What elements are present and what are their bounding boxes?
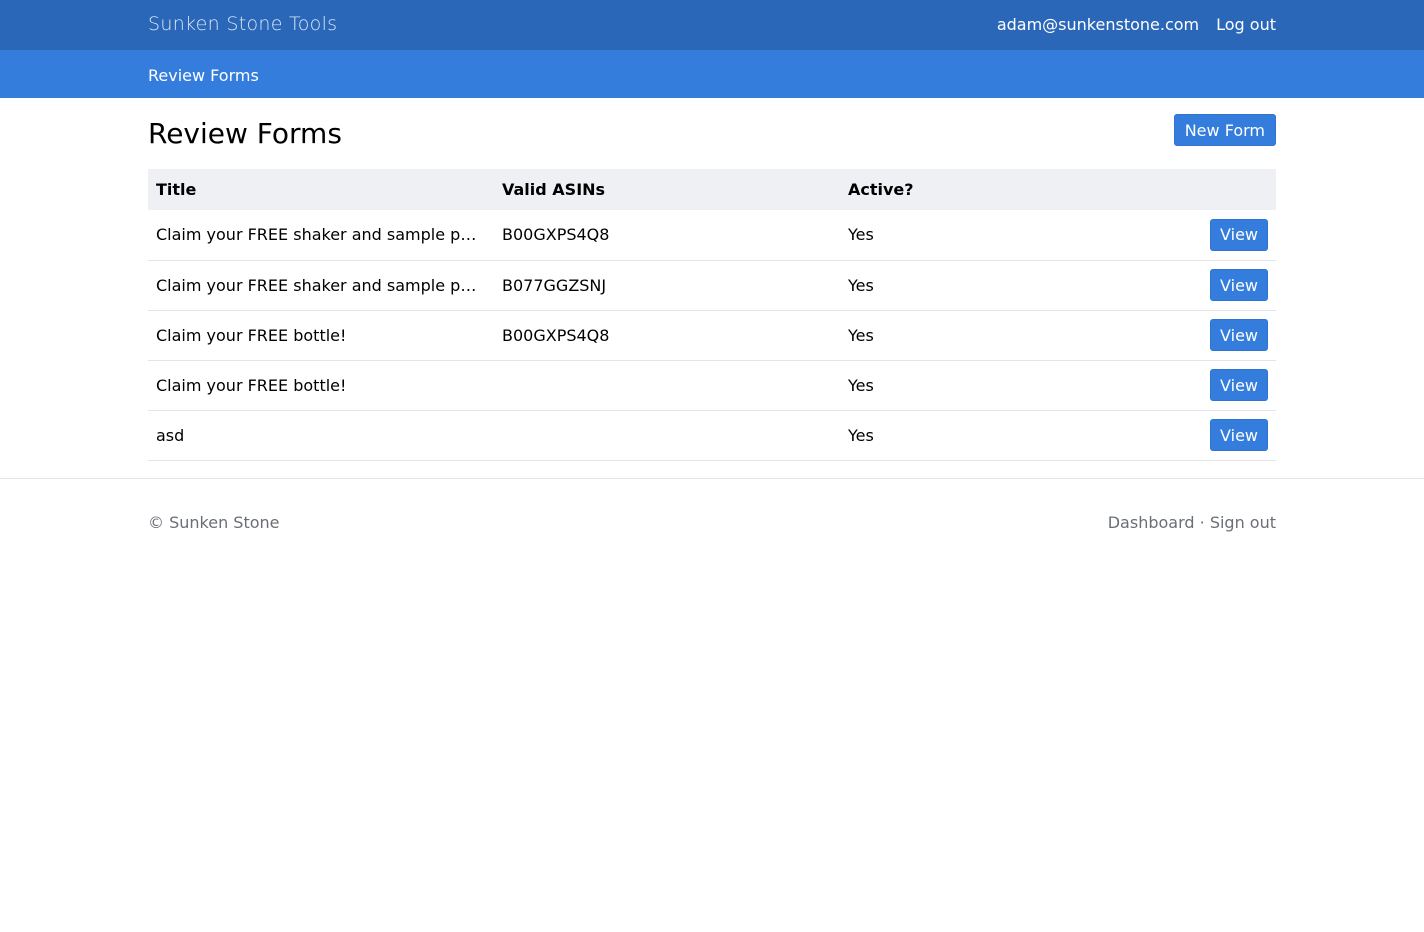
page-title: Review Forms xyxy=(148,117,342,150)
table-row: Claim your FREE bottle! Yes View xyxy=(148,360,1276,410)
cell-active: Yes xyxy=(848,225,874,245)
cell-actions: View xyxy=(1186,260,1276,310)
review-forms-table: Title Valid ASINs Active? Claim your FRE… xyxy=(148,169,1276,461)
cell-title: Claim your FREE shaker and sample pack! xyxy=(156,275,494,295)
footer-link-sign-out[interactable]: Sign out xyxy=(1210,513,1276,532)
footer-separator: · xyxy=(1194,512,1210,532)
footer-link-dashboard[interactable]: Dashboard xyxy=(1108,513,1195,532)
column-header-title: Title xyxy=(156,180,197,199)
sub-navbar: Review Forms xyxy=(0,50,1424,98)
new-form-button[interactable]: New Form xyxy=(1173,114,1276,146)
view-button[interactable]: View xyxy=(1210,319,1268,351)
page-footer: © Sunken Stone Dashboard · Sign out xyxy=(148,479,1276,539)
table-row: asd Yes View xyxy=(148,410,1276,460)
user-email-link[interactable]: adam@sunkenstone.com xyxy=(997,15,1199,34)
cell-actions: View xyxy=(1186,310,1276,360)
column-header-actions xyxy=(1186,169,1276,210)
page-header: Review Forms New Form xyxy=(148,98,1276,169)
top-navbar: Sunken Stone Tools adam@sunkenstone.com … xyxy=(0,0,1424,50)
main-content: Review Forms New Form Title Valid ASINs … xyxy=(148,98,1276,461)
user-nav: adam@sunkenstone.com Log out xyxy=(997,15,1276,34)
cell-active: Yes xyxy=(848,425,874,445)
cell-actions: View xyxy=(1186,210,1276,260)
cell-actions: View xyxy=(1186,410,1276,460)
cell-title: asd xyxy=(156,425,185,445)
cell-active: Yes xyxy=(848,375,874,395)
table-row: Claim your FREE shaker and sample pack! … xyxy=(148,210,1276,260)
cell-title: Claim your FREE bottle! xyxy=(156,375,347,395)
copyright-text: © Sunken Stone xyxy=(148,512,280,532)
cell-active: Yes xyxy=(848,275,874,295)
cell-asins: B00GXPS4Q8 xyxy=(502,325,610,345)
cell-asins: B00GXPS4Q8 xyxy=(502,225,610,245)
cell-asins: B077GGZSNJ xyxy=(502,275,607,295)
cell-title: Claim your FREE bottle! xyxy=(156,325,347,345)
cell-actions: View xyxy=(1186,360,1276,410)
column-header-active: Active? xyxy=(848,180,914,199)
brand-logo-text[interactable]: Sunken Stone Tools xyxy=(148,13,337,35)
column-header-valid-asins: Valid ASINs xyxy=(502,180,606,199)
view-button[interactable]: View xyxy=(1210,218,1268,251)
table-row: Claim your FREE bottle! B00GXPS4Q8 Yes V… xyxy=(148,310,1276,360)
table-row: Claim your FREE shaker and sample pack! … xyxy=(148,260,1276,310)
cell-title: Claim your FREE shaker and sample pack! xyxy=(156,225,494,245)
view-button[interactable]: View xyxy=(1210,419,1268,451)
table-header-row: Title Valid ASINs Active? xyxy=(148,169,1276,210)
cell-asins xyxy=(494,360,840,410)
subnav-item-review-forms[interactable]: Review Forms xyxy=(148,66,259,85)
cell-asins xyxy=(494,410,840,460)
view-button[interactable]: View xyxy=(1210,269,1268,301)
logout-link[interactable]: Log out xyxy=(1216,15,1276,34)
cell-active: Yes xyxy=(848,325,874,345)
footer-links: Dashboard · Sign out xyxy=(1108,513,1276,532)
view-button[interactable]: View xyxy=(1210,369,1268,401)
